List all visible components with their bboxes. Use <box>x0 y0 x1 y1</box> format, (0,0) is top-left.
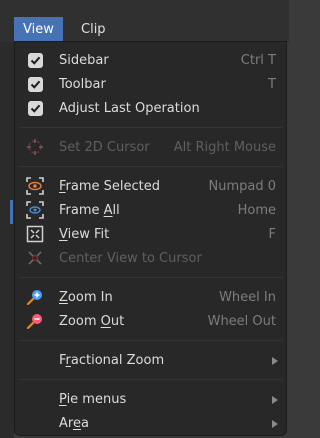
menu-tab-clip[interactable]: Clip <box>72 17 115 42</box>
menu-item-area[interactable]: Area <box>15 412 286 435</box>
menu-item-label: Pie menus <box>59 392 127 407</box>
menu-item-label: View Fit <box>59 227 110 242</box>
view-dropdown-menu: Sidebar Ctrl T Toolbar T Adjust Last Ope… <box>14 41 287 436</box>
menu-separator <box>19 277 282 278</box>
checkbox-checked-icon[interactable] <box>26 99 44 117</box>
menu-item-label: Frame Selected <box>59 179 161 194</box>
menu-item-label: Area <box>59 416 89 431</box>
submenu-arrow-icon <box>272 420 278 428</box>
menu-item-pie-menus[interactable]: Pie menus <box>15 388 286 411</box>
menu-item-label: Set 2D Cursor <box>59 140 150 155</box>
menu-item-toolbar[interactable]: Toolbar T <box>15 73 286 96</box>
menu-item-adjust-last-operation[interactable]: Adjust Last Operation <box>15 97 286 120</box>
frame-all-icon <box>26 201 44 219</box>
frame-selected-icon <box>26 177 44 195</box>
menu-separator <box>19 379 282 380</box>
menu-item-label: Sidebar <box>59 53 109 68</box>
menu-item-shortcut: Alt Right Mouse <box>173 140 276 155</box>
checkbox-checked-icon[interactable] <box>26 51 44 69</box>
menu-item-shortcut: Wheel In <box>219 290 276 305</box>
submenu-arrow-icon <box>272 357 278 365</box>
menu-item-shortcut: Wheel Out <box>207 314 276 329</box>
menu-item-center-view-to-cursor[interactable]: Center View to Cursor <box>15 247 286 270</box>
menu-item-label: Zoom In <box>59 290 113 305</box>
zoom-in-icon <box>26 288 44 306</box>
menu-separator <box>19 127 282 128</box>
menu-item-shortcut: Ctrl T <box>240 53 276 68</box>
menu-item-label: Zoom Out <box>59 314 125 329</box>
menu-item-shortcut: T <box>268 77 276 92</box>
menu-item-shortcut: Numpad 0 <box>208 179 276 194</box>
menu-item-label: Toolbar <box>59 77 106 92</box>
menu-item-sidebar[interactable]: Sidebar Ctrl T <box>15 49 286 72</box>
view-fit-icon <box>26 225 44 243</box>
menu-item-label: Frame All <box>59 203 120 218</box>
menu-item-fractional-zoom[interactable]: Fractional Zoom <box>15 349 286 372</box>
menu-item-label: Adjust Last Operation <box>59 101 200 116</box>
menu-item-zoom-out[interactable]: Zoom Out Wheel Out <box>15 310 286 333</box>
menu-item-view-fit[interactable]: View Fit F <box>15 223 286 246</box>
menu-item-set-2d-cursor[interactable]: Set 2D Cursor Alt Right Mouse <box>15 136 286 159</box>
zoom-out-icon <box>26 312 44 330</box>
menu-item-label: Center View to Cursor <box>59 251 202 266</box>
menu-item-label: Fractional Zoom <box>59 353 165 368</box>
menu-item-frame-all[interactable]: Frame All Home <box>15 199 286 222</box>
menu-item-frame-selected[interactable]: Frame Selected Numpad 0 <box>15 175 286 198</box>
menu-tab-view[interactable]: View <box>14 17 63 42</box>
checkbox-checked-icon[interactable] <box>26 75 44 93</box>
menu-item-zoom-in[interactable]: Zoom In Wheel In <box>15 286 286 309</box>
background-panel <box>0 42 14 438</box>
menu-separator <box>19 166 282 167</box>
menu-item-shortcut: F <box>268 227 276 242</box>
menu-separator <box>19 340 282 341</box>
cursor-target-icon <box>26 138 44 156</box>
submenu-arrow-icon <box>272 396 278 404</box>
background-accent <box>10 200 13 224</box>
menu-item-shortcut: Home <box>237 203 276 218</box>
menubar: View Clip <box>0 0 289 42</box>
center-view-icon <box>26 249 44 267</box>
